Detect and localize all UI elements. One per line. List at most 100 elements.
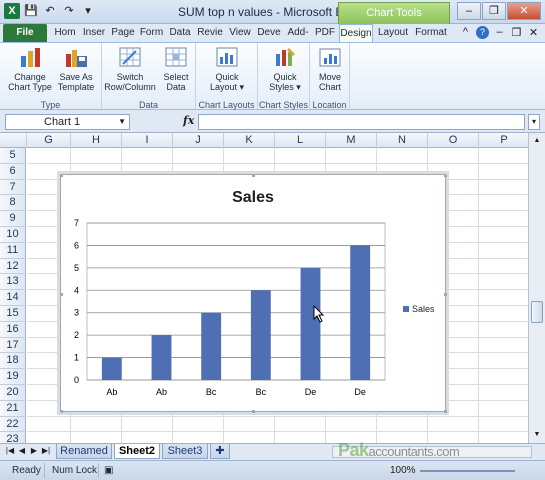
sheet-tab-sheet2[interactable]: Sheet2 <box>114 444 160 459</box>
sheet-tab-renamed[interactable]: Renamed <box>56 444 112 459</box>
name-box-value: Chart 1 <box>44 116 81 128</box>
column-header-h[interactable]: H <box>71 133 122 148</box>
row-header-6[interactable]: 6 <box>0 163 26 180</box>
tab-page-layout[interactable]: Page <box>110 24 136 42</box>
status-divider <box>98 463 99 478</box>
row-header-7[interactable]: 7 <box>0 179 26 196</box>
column-headers: GHIJKLMNOP <box>0 133 528 148</box>
next-sheet-icon[interactable]: ▶ <box>29 446 39 455</box>
tab-formulas[interactable]: Form <box>138 24 165 42</box>
row-header-16[interactable]: 16 <box>0 321 26 338</box>
vertical-scroll-thumb[interactable] <box>531 301 543 323</box>
quick-styles-label: Quick Styles ▾ <box>269 72 301 92</box>
tab-file[interactable]: File <box>3 24 47 42</box>
row-header-11[interactable]: 11 <box>0 242 26 259</box>
prev-sheet-icon[interactable]: ◀ <box>17 446 27 455</box>
row-header-19[interactable]: 19 <box>0 369 26 385</box>
name-box-dropdown-icon[interactable]: ▼ <box>118 115 126 129</box>
tab-insert[interactable]: Inser <box>80 24 108 42</box>
column-header-k[interactable]: K <box>224 133 275 148</box>
sheet-tab-sheet3[interactable]: Sheet3 <box>162 444 208 459</box>
title-bar: X 💾 ↶ ↷ ▾ SUM top n values - Microsoft E… <box>0 0 545 24</box>
row-header-12[interactable]: 12 <box>0 258 26 275</box>
bar <box>250 290 271 380</box>
resize-handle <box>61 293 63 296</box>
insert-function-icon[interactable]: fx <box>183 114 194 127</box>
last-sheet-icon[interactable]: ▶| <box>41 446 51 455</box>
tab-add-ins[interactable]: Add- <box>285 24 311 42</box>
minimize-button[interactable]: – <box>457 2 481 20</box>
scroll-up-icon[interactable]: ▲ <box>531 135 543 147</box>
save-icon[interactable]: 💾 <box>23 3 39 19</box>
tab-data[interactable]: Data <box>167 24 193 42</box>
row-header-8[interactable]: 8 <box>0 195 26 212</box>
help-icon[interactable]: ? <box>476 26 489 39</box>
name-box[interactable]: Chart 1 ▼ <box>5 114 130 130</box>
select-all-corner[interactable] <box>0 133 27 148</box>
tab-home[interactable]: Hom <box>52 24 78 42</box>
select-data-button[interactable]: Select Data <box>158 46 194 92</box>
change-chart-type-button[interactable]: Change Chart Type <box>6 46 54 92</box>
macro-record-icon[interactable]: ▣ <box>104 465 113 476</box>
row-header-13[interactable]: 13 <box>0 274 26 291</box>
tab-design[interactable]: Design <box>339 24 373 42</box>
restore-button[interactable]: ❐ <box>482 2 506 20</box>
tab-layout[interactable]: Layout <box>375 24 411 42</box>
vertical-scrollbar[interactable]: ▲ ▼ <box>528 133 545 443</box>
column-header-m[interactable]: M <box>326 133 377 148</box>
zoom-level[interactable]: 100% <box>390 465 416 476</box>
close-button[interactable]: ✕ <box>507 2 541 20</box>
row-header-20[interactable]: 20 <box>0 385 26 401</box>
quick-access-toolbar: X 💾 ↶ ↷ ▾ <box>4 3 96 19</box>
row-header-22[interactable]: 22 <box>0 416 26 433</box>
first-sheet-icon[interactable]: |◀ <box>5 446 15 455</box>
column-header-i[interactable]: I <box>122 133 173 148</box>
tab-view[interactable]: View <box>227 24 253 42</box>
tab-format[interactable]: Format <box>413 24 449 42</box>
row-header-18[interactable]: 18 <box>0 353 26 370</box>
row-header-5[interactable]: 5 <box>0 148 26 164</box>
column-header-l[interactable]: L <box>275 133 326 148</box>
customize-qat-icon[interactable]: ▾ <box>80 3 96 19</box>
chart-legend[interactable]: Sales <box>403 304 435 314</box>
group-label-location: Location <box>312 100 347 110</box>
save-as-template-button[interactable]: Save As Template <box>54 46 98 92</box>
tab-developer[interactable]: Deve <box>255 24 283 42</box>
workbook-restore-icon[interactable]: ❐ <box>510 26 523 39</box>
quick-layout-button[interactable]: Quick Layout ▾ <box>204 46 250 92</box>
zoom-slider[interactable] <box>420 470 515 472</box>
switch-row-column-button[interactable]: Switch Row/Column <box>102 46 158 92</box>
row-header-9[interactable]: 9 <box>0 211 26 227</box>
column-header-g[interactable]: G <box>27 133 71 148</box>
scroll-down-icon[interactable]: ▼ <box>531 429 543 441</box>
ribbon-group-data: Switch Row/Column Select Data Data <box>102 43 196 111</box>
minimize-ribbon-icon[interactable]: ^ <box>459 26 472 39</box>
row-header-21[interactable]: 21 <box>0 400 26 417</box>
column-header-j[interactable]: J <box>173 133 224 148</box>
undo-icon[interactable]: ↶ <box>42 3 58 19</box>
row-header-14[interactable]: 14 <box>0 290 26 306</box>
quick-styles-button[interactable]: Quick Styles ▾ <box>262 46 308 92</box>
insert-sheet-icon[interactable]: ✚ <box>210 444 230 459</box>
column-header-p[interactable]: P <box>479 133 528 148</box>
chart-plot[interactable]: 0 1 2 3 4 5 6 7 Ab Ab Bc Bc De De <box>61 175 447 413</box>
workbook-close-icon[interactable]: ✕ <box>527 26 540 39</box>
chart-object[interactable]: Sales 0 1 2 3 4 5 6 7 Ab Ab Bc Bc De De Sales <box>60 174 447 413</box>
tab-review[interactable]: Revie <box>195 24 225 42</box>
move-chart-button[interactable]: Move Chart <box>312 46 348 92</box>
excel-logo-icon[interactable]: X <box>4 3 20 19</box>
redo-icon[interactable]: ↷ <box>61 3 77 19</box>
row-header-17[interactable]: 17 <box>0 337 26 354</box>
row-header-10[interactable]: 10 <box>0 227 26 243</box>
workbook-minimize-icon[interactable]: – <box>493 26 506 39</box>
change-chart-type-label: Change Chart Type <box>8 72 52 92</box>
tab-pdf[interactable]: PDF <box>313 24 337 42</box>
legend-entry-sales: Sales <box>412 304 435 314</box>
column-header-n[interactable]: N <box>377 133 428 148</box>
expand-formula-bar-icon[interactable]: ▾ <box>528 114 540 130</box>
column-header-o[interactable]: O <box>428 133 479 148</box>
row-header-15[interactable]: 15 <box>0 306 26 322</box>
formula-input[interactable] <box>198 114 525 130</box>
row-header-23[interactable]: 23 <box>0 432 26 443</box>
plot-area <box>86 222 386 381</box>
